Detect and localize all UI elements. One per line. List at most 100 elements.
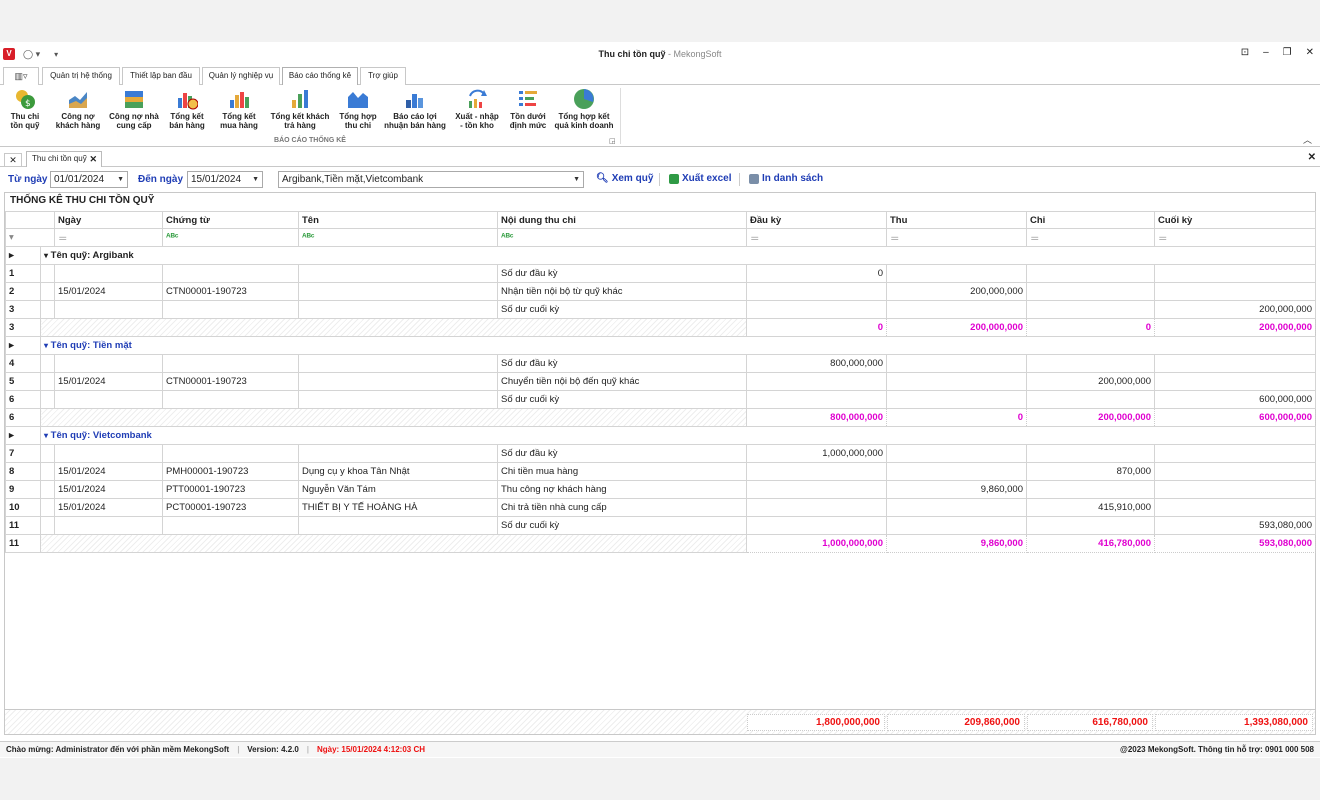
cell-content[interactable]: Chi tiền mua hàng bbox=[497, 462, 747, 481]
cell-content[interactable]: Số dư cuối kỳ bbox=[497, 300, 747, 319]
filter-cell-content[interactable]: ᴬᴮᶜ bbox=[497, 228, 747, 247]
cell-in[interactable]: 200,000,000 bbox=[886, 282, 1027, 301]
cell-doc[interactable]: PCT00001-190723 bbox=[162, 498, 299, 517]
close-tabs-icon[interactable]: ✕ bbox=[4, 153, 22, 167]
cell-doc[interactable] bbox=[162, 354, 299, 373]
cell-opening[interactable] bbox=[746, 462, 887, 481]
filter-cell-out[interactable]: ＝ bbox=[1026, 228, 1155, 247]
cell-opening[interactable] bbox=[746, 372, 887, 391]
filter-cell-closing[interactable]: ＝ bbox=[1154, 228, 1316, 247]
cell-out[interactable] bbox=[1026, 480, 1155, 499]
cell-opening[interactable]: 800,000,000 bbox=[746, 354, 887, 373]
cell-opening[interactable] bbox=[746, 498, 887, 517]
collapse-ribbon-icon[interactable]: ︿ bbox=[1303, 133, 1312, 146]
cell-content[interactable]: Số dư cuối kỳ bbox=[497, 516, 747, 535]
cell-name[interactable] bbox=[298, 300, 498, 319]
file-menu-tab[interactable]: ▥▿ bbox=[3, 67, 39, 85]
ribbon-tong-ket-khach-tra-hang-button[interactable]: Tổng kết khách trả hàng bbox=[268, 88, 332, 134]
cell-name[interactable] bbox=[298, 444, 498, 463]
filter-row-icon[interactable]: ▾ bbox=[5, 228, 55, 247]
window-options-icon[interactable]: ⊡ bbox=[1241, 47, 1249, 58]
cell-closing[interactable] bbox=[1154, 498, 1316, 517]
group-label[interactable]: ▾ Tên quỹ: Tiền mặt bbox=[40, 336, 1316, 355]
cell-name[interactable] bbox=[298, 372, 498, 391]
filter-cell-opening[interactable]: ＝ bbox=[746, 228, 887, 247]
cell-opening[interactable] bbox=[746, 516, 887, 535]
cell-name[interactable] bbox=[298, 516, 498, 535]
cell-date[interactable] bbox=[54, 444, 163, 463]
cell-doc[interactable] bbox=[162, 444, 299, 463]
fund-select[interactable]: Argibank,Tiền mặt,Vietcombank ▼ bbox=[278, 171, 584, 188]
cell-closing[interactable]: 600,000,000 bbox=[1154, 390, 1316, 409]
chevron-down-icon[interactable]: ▾ bbox=[44, 251, 48, 260]
ribbon-cong-no-khach-hang-button[interactable]: Công nợ khách hàng bbox=[52, 88, 104, 134]
ribbon-thu-chi-ton-quy-button[interactable]: $ Thu chi tồn quỹ bbox=[4, 88, 46, 134]
cell-opening[interactable] bbox=[746, 300, 887, 319]
cell-out[interactable] bbox=[1026, 300, 1155, 319]
tab-thu-chi-ton-quy[interactable]: Thu chi tồn quỹ ✕ bbox=[26, 151, 102, 167]
cell-out[interactable] bbox=[1026, 516, 1155, 535]
tab-tro-giup[interactable]: Trợ giúp bbox=[360, 67, 406, 85]
group-label[interactable]: ▾ Tên quỹ: Vietcombank bbox=[40, 426, 1316, 445]
ribbon-xuat-nhap-ton-button[interactable]: Xuất - nhập - tồn kho bbox=[452, 88, 502, 134]
ribbon-tong-ket-ban-hang-button[interactable]: Tổng kết bán hàng bbox=[164, 88, 210, 134]
col-header-name[interactable]: Tên bbox=[298, 211, 498, 229]
cell-opening[interactable] bbox=[746, 282, 887, 301]
cell-in[interactable] bbox=[886, 390, 1027, 409]
cell-closing[interactable] bbox=[1154, 354, 1316, 373]
cell-date[interactable]: 15/01/2024 bbox=[54, 480, 163, 499]
cell-in[interactable] bbox=[886, 462, 1027, 481]
quick-access-menu-icon[interactable]: ▾ bbox=[54, 50, 58, 59]
cell-date[interactable] bbox=[54, 390, 163, 409]
cell-name[interactable] bbox=[298, 354, 498, 373]
col-header-closing[interactable]: Cuối kỳ bbox=[1154, 211, 1316, 229]
cell-name[interactable]: Dụng cụ y khoa Tân Nhật bbox=[298, 462, 498, 481]
cell-date[interactable] bbox=[54, 516, 163, 535]
cell-content[interactable]: Số dư đầu kỳ bbox=[497, 264, 747, 283]
table-row[interactable]: 4 Số dư đầu kỳ 800,000,000 bbox=[5, 354, 1316, 373]
close-tab-icon[interactable]: ✕ bbox=[89, 152, 97, 166]
restore-icon[interactable]: ❐ bbox=[1283, 47, 1292, 58]
table-row[interactable]: 2 15/01/2024 CTN00001-190723 Nhận tiền nội … bbox=[5, 282, 1316, 301]
cell-in[interactable] bbox=[886, 516, 1027, 535]
view-fund-button[interactable]: 🔍︎ Xem quỹ bbox=[596, 173, 653, 184]
cell-in[interactable]: 9,860,000 bbox=[886, 480, 1027, 499]
cell-content[interactable]: Chi trả tiền nhà cung cấp bbox=[497, 498, 747, 517]
col-header-doc[interactable]: Chứng từ bbox=[162, 211, 299, 229]
cell-doc[interactable] bbox=[162, 516, 299, 535]
ribbon-bao-cao-loi-nhuan-button[interactable]: Báo cáo lợi nhuận bán hàng bbox=[382, 88, 448, 134]
cell-opening[interactable]: 1,000,000,000 bbox=[746, 444, 887, 463]
cell-name[interactable] bbox=[298, 264, 498, 283]
cell-doc[interactable]: PTT00001-190723 bbox=[162, 480, 299, 499]
quick-access-circle-icon[interactable]: ◯ ▾ bbox=[23, 49, 40, 60]
cell-date[interactable]: 15/01/2024 bbox=[54, 372, 163, 391]
cell-name[interactable] bbox=[298, 282, 498, 301]
cell-out[interactable] bbox=[1026, 390, 1155, 409]
tab-thiet-lap[interactable]: Thiết lập ban đầu bbox=[122, 67, 200, 85]
from-date-input[interactable]: 01/01/2024 ▼ bbox=[50, 171, 128, 188]
cell-date[interactable]: 15/01/2024 bbox=[54, 282, 163, 301]
col-header-date[interactable]: Ngày bbox=[54, 211, 163, 229]
chevron-down-icon[interactable]: ▾ bbox=[44, 431, 48, 440]
cell-opening[interactable] bbox=[746, 480, 887, 499]
cell-out[interactable] bbox=[1026, 264, 1155, 283]
close-document-icon[interactable]: ✕ bbox=[1308, 152, 1316, 163]
filter-cell-date[interactable]: ＝ bbox=[54, 228, 163, 247]
table-row[interactable]: 1 Số dư đầu kỳ 0 bbox=[5, 264, 1316, 283]
export-excel-button[interactable]: Xuất excel bbox=[669, 173, 731, 184]
table-row[interactable]: 3 Số dư cuối kỳ 200,000,000 bbox=[5, 300, 1316, 319]
cell-doc[interactable] bbox=[162, 264, 299, 283]
cell-in[interactable] bbox=[886, 354, 1027, 373]
group-launcher-icon[interactable]: ◲ bbox=[609, 137, 616, 145]
cell-content[interactable]: Nhận tiền nội bộ từ quỹ khác bbox=[497, 282, 747, 301]
cell-out[interactable] bbox=[1026, 444, 1155, 463]
ribbon-tong-hop-kqkd-button[interactable]: Tổng hợp kết quả kinh doanh bbox=[552, 88, 616, 134]
cell-date[interactable] bbox=[54, 264, 163, 283]
table-row[interactable]: 11 Số dư cuối kỳ 593,080,000 bbox=[5, 516, 1316, 535]
cell-out[interactable]: 200,000,000 bbox=[1026, 372, 1155, 391]
cell-date[interactable] bbox=[54, 300, 163, 319]
cell-name[interactable]: Nguyễn Văn Tám bbox=[298, 480, 498, 499]
cell-content[interactable]: Số dư đầu kỳ bbox=[497, 354, 747, 373]
cell-name[interactable]: THIẾT BỊ Y TẾ HOÀNG HÀ bbox=[298, 498, 498, 517]
cell-doc[interactable] bbox=[162, 300, 299, 319]
